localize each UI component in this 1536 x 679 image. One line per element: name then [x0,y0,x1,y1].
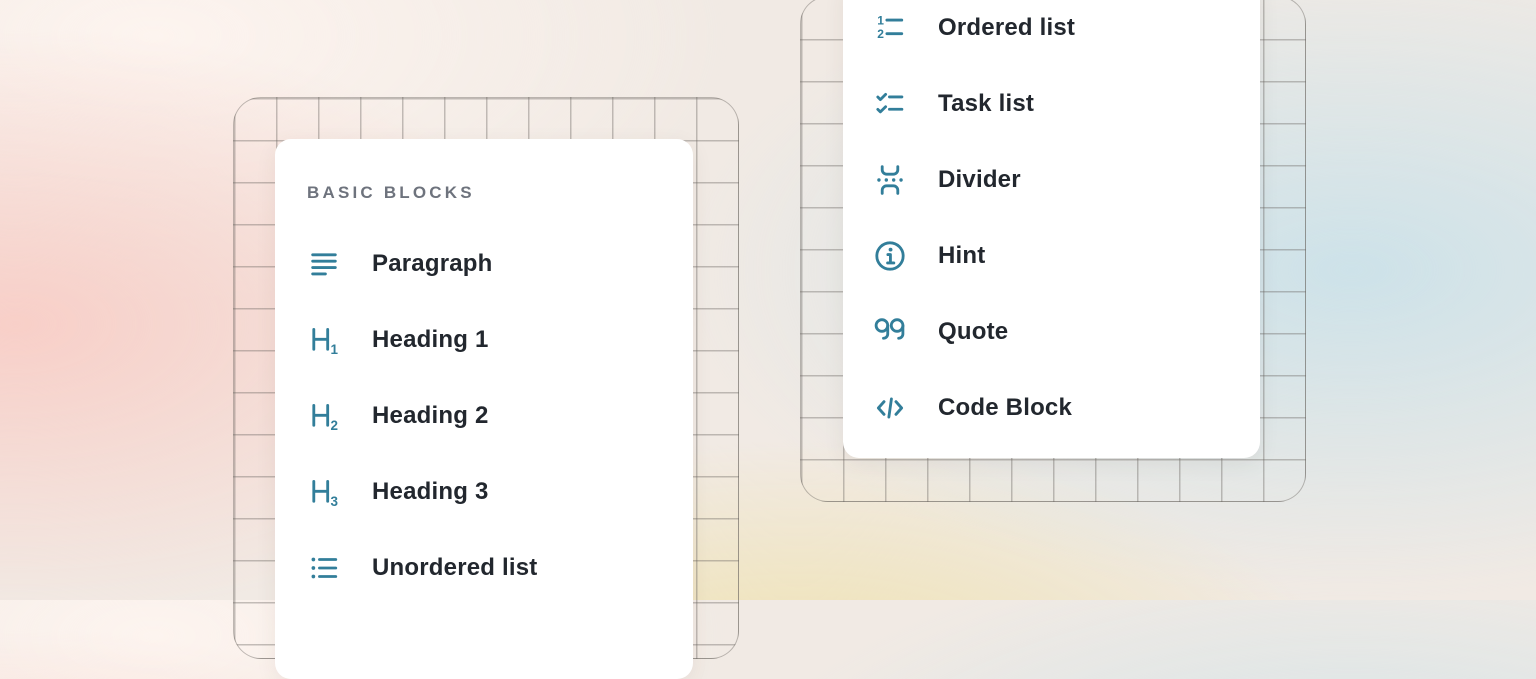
heading-2-icon: 2 [307,399,341,433]
menu-item-hint[interactable]: Hint [873,218,1260,294]
menu-item-label: Heading 2 [372,402,489,430]
basic-blocks-menu-card: BASIC BLOCKS Paragraph 1 Heading 1 2 Hea… [275,139,693,679]
divider-icon [873,163,907,197]
menu-item-quote[interactable]: Quote [873,294,1260,370]
blocks-menu-card-continued: 12 Ordered list Task list Divider [843,0,1260,458]
svg-text:1: 1 [331,342,339,357]
menu-item-paragraph[interactable]: Paragraph [307,226,693,302]
menu-item-task-list[interactable]: Task list [873,66,1260,142]
task-list-icon [873,87,907,121]
menu-item-label: Divider [938,166,1021,194]
section-title: BASIC BLOCKS [307,184,693,202]
heading-3-icon: 3 [307,475,341,509]
svg-text:2: 2 [877,27,884,41]
menu-item-label: Heading 3 [372,478,489,506]
menu-item-label: Paragraph [372,250,493,278]
menu-item-label: Hint [938,242,985,270]
menu-item-label: Ordered list [938,14,1075,42]
hint-icon [873,239,907,273]
menu-item-code-block[interactable]: Code Block [873,370,1260,446]
ordered-list-icon: 12 [873,11,907,45]
menu-item-heading-1[interactable]: 1 Heading 1 [307,302,693,378]
heading-1-icon: 1 [307,323,341,357]
svg-text:3: 3 [331,494,338,509]
quote-icon [873,315,907,349]
paragraph-icon [307,247,341,281]
svg-text:1: 1 [877,14,884,28]
menu-item-label: Code Block [938,394,1072,422]
menu-item-label: Heading 1 [372,326,489,354]
menu-item-label: Task list [938,90,1034,118]
menu-item-heading-3[interactable]: 3 Heading 3 [307,454,693,530]
menu-item-heading-2[interactable]: 2 Heading 2 [307,378,693,454]
code-block-icon [873,391,907,425]
menu-item-label: Quote [938,318,1008,346]
svg-text:2: 2 [331,418,338,433]
menu-item-label: Unordered list [372,554,538,582]
menu-item-ordered-list[interactable]: 12 Ordered list [873,0,1260,66]
menu-item-unordered-list[interactable]: Unordered list [307,530,693,606]
menu-item-divider[interactable]: Divider [873,142,1260,218]
unordered-list-icon [307,551,341,585]
